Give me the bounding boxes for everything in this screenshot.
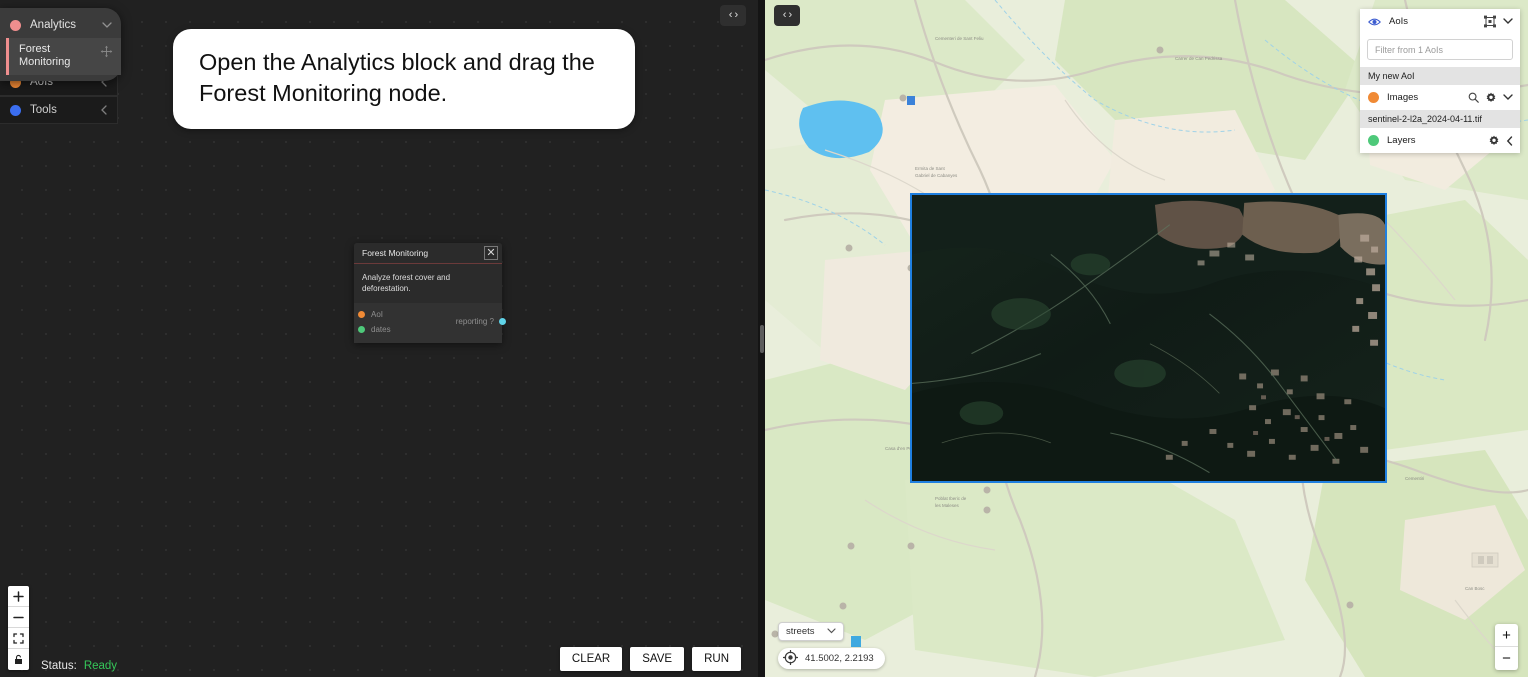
panel-row-images[interactable]: Images <box>1360 85 1520 110</box>
port-dot-reporting[interactable] <box>499 318 506 325</box>
node-ports: AoI dates reporting ? <box>354 303 506 343</box>
panel-dot-layers <box>1368 135 1379 146</box>
palette-group-analytics-expanded[interactable]: Analytics Forest Monitoring <box>0 8 121 81</box>
node-header[interactable]: Forest Monitoring ✕ <box>354 243 502 264</box>
search-icon[interactable] <box>1468 92 1479 103</box>
palette-item-forest-monitoring[interactable]: Forest Monitoring <box>6 38 121 75</box>
panel-label-images: Images <box>1387 92 1419 103</box>
port-label-dates: dates <box>371 325 391 334</box>
svg-text:Gabriel de Cabanyes: Gabriel de Cabanyes <box>915 173 958 178</box>
aoi-filter-wrapper <box>1360 34 1520 67</box>
coordinates-readout[interactable]: 41.5002, 2.2193 <box>778 648 885 669</box>
run-button[interactable]: RUN <box>692 647 741 671</box>
svg-text:Poblat Iberic de: Poblat Iberic de <box>935 496 967 501</box>
zoom-out-icon[interactable] <box>8 607 29 628</box>
app-root: AoIs Tools Analytics Forest Monitoring O… <box>0 0 1528 677</box>
chevron-down-icon[interactable] <box>1503 94 1513 101</box>
panel-label-aois: AoIs <box>1389 16 1409 27</box>
eye-icon[interactable] <box>1368 17 1381 27</box>
aoi-name-row[interactable]: My new AoI <box>1360 67 1520 85</box>
basemap-select[interactable]: streets <box>778 622 844 641</box>
save-button[interactable]: SAVE <box>630 647 685 671</box>
palette-item-label: Forest Monitoring <box>19 43 71 68</box>
action-buttons: CLEAR SAVE RUN <box>559 647 741 671</box>
svg-text:Can Bosc: Can Bosc <box>1465 586 1485 591</box>
palette-row-tools[interactable]: Tools <box>0 97 117 123</box>
chevron-left-icon[interactable] <box>97 104 109 116</box>
panel-row-aois[interactable]: AoIs <box>1360 9 1520 34</box>
chevron-down-icon <box>826 626 836 637</box>
fit-view-icon[interactable] <box>8 628 29 649</box>
splitter-grip[interactable] <box>760 325 764 353</box>
port-label-aoi: AoI <box>371 310 384 319</box>
image-name-row[interactable]: sentinel-2-l2a_2024-04-11.tif <box>1360 110 1520 128</box>
palette-group-tools[interactable]: Tools <box>0 96 118 124</box>
panel-row-layers[interactable]: Layers <box>1360 128 1520 153</box>
node-output-port-reporting[interactable]: reporting ? <box>456 317 506 326</box>
satellite-image-overlay <box>912 195 1385 481</box>
zoom-in-icon[interactable] <box>8 586 29 607</box>
port-label-reporting: reporting ? <box>455 317 494 326</box>
collapse-editor-button[interactable]: ‹› <box>720 5 746 26</box>
close-icon[interactable]: ✕ <box>484 246 498 260</box>
map-zoom-controls[interactable]: + − <box>1495 624 1518 670</box>
collapse-map-button[interactable]: ‹› <box>774 5 800 26</box>
panel-dot-images <box>1368 92 1379 103</box>
palette-label-tools: Tools <box>30 104 57 116</box>
map-view[interactable]: Cementeri de Sant Feliu Ermita de Sant G… <box>765 0 1528 677</box>
drag-handle-icon[interactable] <box>100 45 113 58</box>
aoi-layers-panel: AoIs Filter from 1 AoIs My new AoI Image… <box>1360 9 1520 153</box>
svg-text:Carrer de Can Pedrissa: Carrer de Can Pedrissa <box>1175 56 1223 61</box>
lock-icon[interactable] <box>8 649 29 670</box>
node-title: Forest Monitoring <box>362 248 429 258</box>
panel-splitter <box>758 0 765 677</box>
editor-zoom-controls[interactable] <box>8 586 29 670</box>
panel-label-layers: Layers <box>1387 135 1416 146</box>
clear-button[interactable]: CLEAR <box>559 647 623 671</box>
port-dot-aoi[interactable] <box>358 311 365 318</box>
palette-label-analytics: Analytics <box>30 19 77 31</box>
map-zoom-in-button[interactable]: + <box>1495 624 1518 647</box>
graph-editor-canvas[interactable]: AoIs Tools Analytics Forest Monitoring O… <box>0 0 763 677</box>
port-dot-dates[interactable] <box>358 326 365 333</box>
node-forest-monitoring[interactable]: Forest Monitoring ✕ Analyze forest cover… <box>354 243 506 343</box>
status-bar: Status: Ready <box>41 660 117 672</box>
palette-dot-analytics <box>10 19 21 31</box>
node-description: Analyze forest cover and deforestation. <box>362 273 451 293</box>
instruction-callout: Open the Analytics block and drag the Fo… <box>173 29 635 129</box>
palette-dot-tools <box>10 104 21 116</box>
status-value: Ready <box>83 660 118 672</box>
aoi-filter-input[interactable] <box>1367 39 1513 60</box>
svg-text:les Maleses: les Maleses <box>935 503 960 508</box>
coordinates-value: 41.5002, 2.2193 <box>805 653 874 664</box>
gear-icon[interactable] <box>1488 135 1500 147</box>
crosshair-icon <box>782 649 799 668</box>
map-zoom-out-button[interactable]: − <box>1495 647 1518 670</box>
aoi-rectangle[interactable] <box>910 193 1387 483</box>
chevron-down-icon[interactable] <box>101 19 113 31</box>
basemap-value: streets <box>786 626 815 637</box>
gear-icon[interactable] <box>1485 92 1497 104</box>
svg-text:Cementiri: Cementiri <box>1405 476 1424 481</box>
draw-bbox-icon[interactable] <box>1483 15 1497 28</box>
svg-text:Ermita de Sant: Ermita de Sant <box>915 166 946 171</box>
palette-row-analytics[interactable]: Analytics <box>0 12 121 38</box>
status-label: Status: <box>41 660 77 672</box>
svg-text:Cementeri de Sant Feliu: Cementeri de Sant Feliu <box>935 36 984 41</box>
chevron-down-icon[interactable] <box>1503 18 1513 25</box>
chevron-left-icon[interactable] <box>1506 135 1513 146</box>
